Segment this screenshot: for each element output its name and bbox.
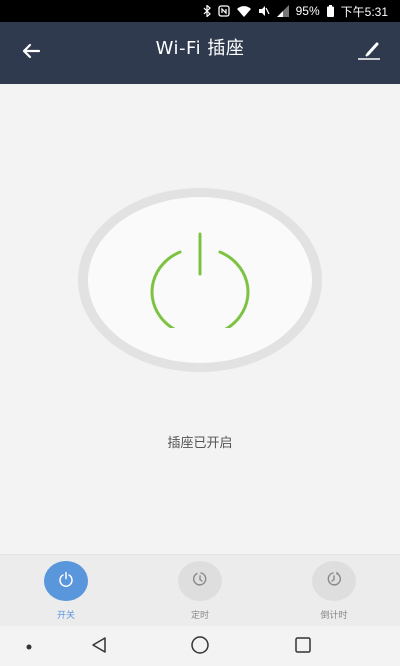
countdown-label: 倒计时 — [320, 611, 348, 621]
dot-icon — [18, 636, 40, 658]
nav-recents-button[interactable] — [292, 636, 314, 658]
wifi-icon — [236, 5, 251, 17]
timer-button[interactable] — [178, 561, 222, 601]
nav-home-button[interactable] — [189, 636, 211, 658]
edit-button[interactable] — [354, 38, 384, 68]
battery-percent: 95% — [295, 4, 320, 18]
status-bar: 95% 下午5:31 — [0, 0, 400, 22]
main-area: 插座已开启 — [0, 84, 400, 554]
clock: 下午5:31 — [340, 4, 388, 19]
power-icon — [146, 228, 254, 338]
switch-button[interactable] — [44, 561, 88, 601]
countdown-button[interactable] — [312, 561, 356, 601]
timer-icon — [192, 571, 208, 591]
power-icon — [58, 571, 74, 591]
nav-back-button[interactable] — [88, 636, 110, 658]
timer-tab[interactable]: 定时 — [160, 561, 240, 623]
mute-icon — [258, 5, 270, 17]
app-header: Wi-Fi 插座 — [0, 22, 400, 84]
bluetooth-icon — [203, 5, 211, 17]
square-recents-icon — [294, 636, 312, 658]
countdown-icon — [326, 571, 342, 591]
switch-tab[interactable]: 开关 — [26, 561, 106, 623]
action-bar: 开关 定时 倒计时 — [0, 554, 400, 626]
system-nav-bar — [0, 626, 400, 666]
page-title: Wi-Fi 插座 — [155, 38, 245, 59]
circle-home-icon — [190, 635, 210, 659]
signal-icon — [276, 5, 289, 17]
countdown-tab[interactable]: 倒计时 — [294, 561, 374, 623]
timer-label: 定时 — [190, 611, 209, 621]
battery-icon — [326, 5, 334, 17]
nfc-icon — [217, 5, 230, 17]
edit-icon — [357, 40, 381, 66]
power-ring — [78, 188, 322, 372]
switch-label: 开关 — [56, 611, 75, 621]
power-toggle-button[interactable] — [88, 197, 312, 363]
triangle-back-icon — [90, 636, 108, 658]
socket-status-text: 插座已开启 — [167, 436, 233, 451]
